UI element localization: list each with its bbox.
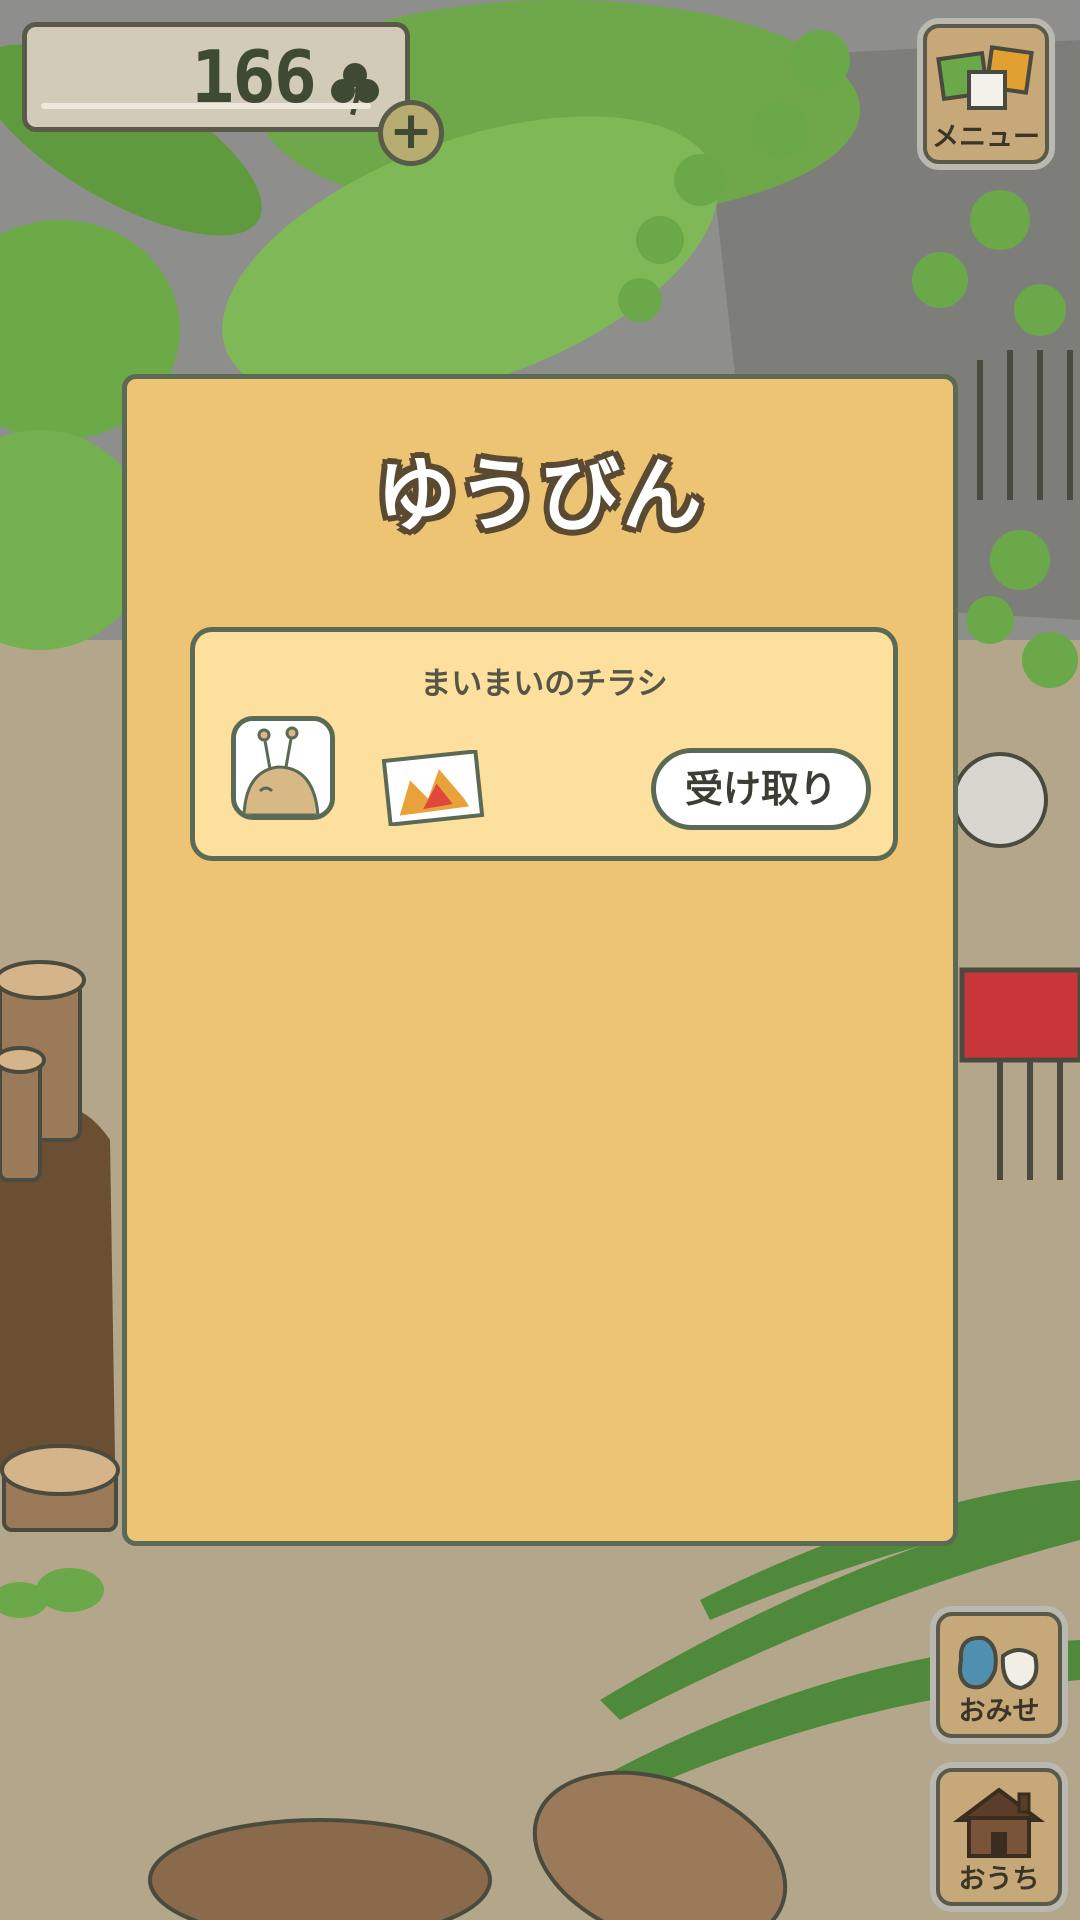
flyer-icon xyxy=(381,750,485,826)
dialog-title: ゆうびん xyxy=(376,449,704,542)
clover-counter: 166 xyxy=(22,22,410,132)
menu-label: メニュー xyxy=(932,122,1040,153)
counter-underline xyxy=(41,103,371,109)
plus-icon: + xyxy=(389,101,433,161)
sender-avatar xyxy=(231,716,335,820)
menu-button[interactable]: メニュー xyxy=(917,18,1055,170)
mail-dialog: ゆうびん まいまいのチラシ 受け取り xyxy=(122,374,958,1546)
shop-bag-icon xyxy=(958,1635,1039,1691)
shop-label: おみせ xyxy=(958,1696,1040,1727)
add-clovers-button[interactable]: + xyxy=(378,100,444,166)
home-label: おうち xyxy=(958,1864,1040,1895)
mail-title: まいまいのチラシ xyxy=(420,666,668,702)
home-button[interactable]: おうち xyxy=(930,1762,1068,1912)
shop-button[interactable]: おみせ xyxy=(930,1606,1068,1744)
receive-button[interactable]: 受け取り xyxy=(651,748,871,830)
menu-icon xyxy=(936,45,1034,110)
house-icon xyxy=(953,1787,1045,1858)
snail-avatar-icon xyxy=(236,721,330,815)
mail-item: まいまいのチラシ 受け取り xyxy=(190,627,898,861)
